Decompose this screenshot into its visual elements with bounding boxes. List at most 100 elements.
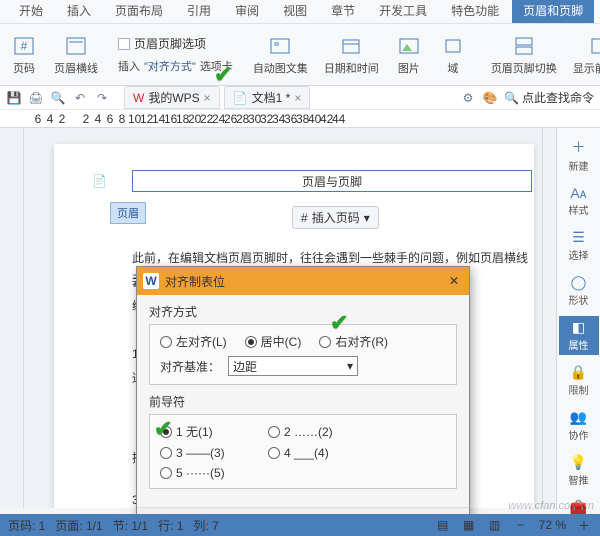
ribbon-align-label[interactable]: "对齐方式"	[144, 58, 196, 74]
radio-leader-3[interactable]: 3 ——(3)	[160, 446, 248, 460]
ribbon-showprev[interactable]: 显示前一项	[569, 32, 600, 78]
skin-icon[interactable]: 🎨	[482, 90, 498, 106]
view-web-icon[interactable]: ▦	[461, 517, 477, 533]
header-tag: 页眉	[110, 202, 146, 224]
view-normal-icon[interactable]: ▤	[435, 517, 451, 533]
ribbon-picture-label: 图片	[398, 60, 420, 76]
ribbon-pageline-label: 页眉横线	[54, 60, 98, 76]
baseline-select[interactable]: 边距 ▾	[228, 356, 358, 376]
status-page: 页码: 1	[8, 517, 45, 534]
insert-pagenumber-button[interactable]: # 插入页码 ▾	[292, 206, 379, 229]
ribbon-autogallery[interactable]: 自动图文集	[249, 32, 312, 78]
side-collab[interactable]: 👥协作	[559, 406, 599, 445]
print-icon[interactable]: 🖨	[28, 90, 44, 106]
side-limit[interactable]: 🔒限制	[559, 361, 599, 400]
tab-ref[interactable]: 引用	[176, 0, 222, 23]
tab-headerfooter[interactable]: 页眉和页脚	[512, 0, 594, 23]
status-bar: 页码: 1 页面: 1/1 节: 1/1 行: 1 列: 7 ▤ ▦ ▥ − 7…	[0, 514, 600, 536]
close-icon[interactable]: ×	[204, 91, 211, 105]
side-select[interactable]: ☰选择	[559, 226, 599, 265]
ribbon-switch-label: 页眉页脚切换	[491, 60, 557, 76]
radio-align-center[interactable]: 居中(C)	[245, 333, 302, 350]
tab-view[interactable]: 视图	[272, 0, 318, 23]
dialog-close-button[interactable]: ✕	[445, 272, 463, 290]
undo-icon[interactable]: ↶	[72, 90, 88, 106]
redo-icon[interactable]: ↷	[94, 90, 110, 106]
dialog-titlebar[interactable]: W 对齐制表位 ✕	[137, 267, 469, 295]
doctab-wps[interactable]: W 我的WPS ×	[124, 86, 220, 109]
view-outline-icon[interactable]: ▥	[487, 517, 503, 533]
select-icon: ☰	[572, 229, 585, 246]
settings-icon[interactable]: ⚙	[460, 90, 476, 106]
ribbon-autogallery-label: 自动图文集	[253, 60, 308, 76]
align-section-label: 对齐方式	[149, 303, 457, 320]
search-placeholder: 点此查找命令	[522, 89, 594, 106]
ribbon-insert-label: 插入	[118, 58, 140, 74]
status-zoom[interactable]: 72 %	[539, 518, 566, 532]
status-section: 节: 1/1	[113, 517, 148, 534]
app-logo-icon: W	[143, 273, 159, 289]
chevron-down-icon: ▾	[347, 359, 353, 373]
ribbon-headerfooter-options[interactable]: 页眉页脚选项	[118, 35, 233, 52]
doc-icon: 📄	[233, 91, 248, 105]
side-style[interactable]: Aᴀ样式	[559, 182, 599, 220]
search-icon: 🔍	[504, 91, 519, 105]
people-icon: 👥	[570, 409, 587, 426]
header-edit-box[interactable]: 页眉与页脚	[132, 170, 532, 192]
side-property[interactable]: ◧属性	[559, 316, 599, 355]
plus-icon: ＋	[572, 137, 586, 157]
pagenumber-icon: #	[10, 34, 38, 58]
preview-icon[interactable]: 🔍	[50, 90, 66, 106]
ribbon-pagenumber[interactable]: # 页码	[6, 32, 42, 78]
wps-logo-icon: W	[133, 91, 144, 105]
ribbon-picture[interactable]: 图片	[391, 32, 427, 78]
watermark: www.cfan.com.cn	[508, 500, 594, 512]
property-icon: ◧	[572, 319, 585, 336]
insert-pagenumber-label: 插入页码	[312, 209, 360, 226]
ribbon-showprev-label: 显示前一项	[573, 60, 600, 76]
horizontal-ruler[interactable]: 6422468101214161820222426283032343638404…	[0, 110, 600, 128]
tab-insert[interactable]: 插入	[56, 0, 102, 23]
tab-review[interactable]: 审阅	[224, 0, 270, 23]
radio-leader-4[interactable]: 4 ___(4)	[268, 446, 356, 460]
side-shape[interactable]: ◯形状	[559, 271, 599, 310]
ribbon-field[interactable]: 域	[435, 32, 471, 78]
ribbon-field-label: 域	[447, 60, 458, 76]
page-corner-icon: 📄	[92, 174, 107, 188]
radio-align-left[interactable]: 左对齐(L)	[160, 333, 227, 350]
zoom-out-icon[interactable]: −	[513, 517, 529, 533]
doctab-doc1[interactable]: 📄 文档1 * ×	[224, 86, 311, 109]
command-search[interactable]: 🔍 点此查找命令	[504, 89, 594, 106]
save-icon[interactable]: 💾	[6, 90, 22, 106]
radio-align-right[interactable]: 右对齐(R)	[319, 333, 388, 350]
tab-special[interactable]: 特色功能	[440, 0, 510, 23]
ribbon-datetime[interactable]: 日期和时间	[320, 32, 383, 78]
bulb-icon: 💡	[570, 454, 587, 471]
ribbon-pageline[interactable]: 页眉横线	[50, 32, 102, 78]
vertical-ruler[interactable]	[0, 128, 24, 508]
tab-layout[interactable]: 页面布局	[104, 0, 174, 23]
radio-leader-2[interactable]: 2 ……(2)	[268, 423, 356, 440]
field-icon	[439, 34, 467, 58]
side-smart[interactable]: 💡智推	[559, 451, 599, 490]
close-icon[interactable]: ×	[294, 91, 301, 105]
tab-start[interactable]: 开始	[8, 0, 54, 23]
ribbon-switch[interactable]: 页眉页脚切换	[487, 32, 561, 78]
vertical-scrollbar[interactable]	[542, 128, 556, 508]
radio-leader-5[interactable]: 5 ······(5)	[160, 466, 248, 480]
side-new[interactable]: ＋新建	[559, 134, 599, 176]
align-tab-dialog: W 对齐制表位 ✕ 对齐方式 左对齐(L) 居中(C) 右对齐(R) 对齐基准：…	[136, 266, 470, 536]
prev-icon	[586, 34, 600, 58]
ribbon-pagenumber-label: 页码	[13, 60, 35, 76]
status-pages: 页面: 1/1	[55, 517, 102, 534]
lock-icon: 🔒	[570, 364, 587, 381]
leader-section-label: 前导符	[149, 393, 457, 410]
radio-leader-1[interactable]: 1 无(1)	[160, 423, 248, 440]
menu-tabs: 开始 插入 页面布局 引用 审阅 视图 章节 开发工具 特色功能 页眉和页脚	[0, 0, 600, 24]
doctab-wps-label: 我的WPS	[148, 89, 199, 106]
ribbon-option-label: 页眉页脚选项	[134, 35, 206, 52]
zoom-in-icon[interactable]: ＋	[576, 517, 592, 533]
tab-dev[interactable]: 开发工具	[368, 0, 438, 23]
picture-icon	[395, 34, 423, 58]
tab-chapter[interactable]: 章节	[320, 0, 366, 23]
